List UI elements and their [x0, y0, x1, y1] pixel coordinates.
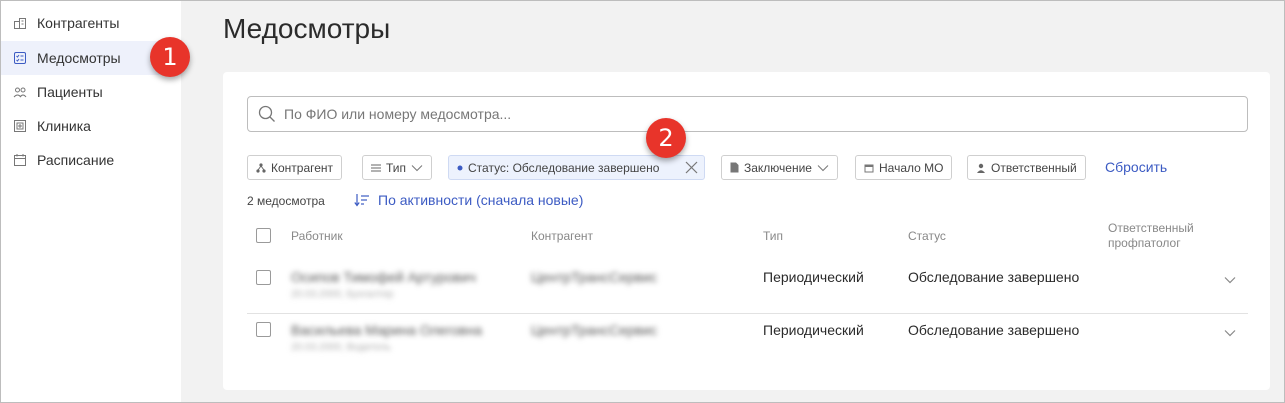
filter-status[interactable]: Статус: Обследование завершено: [448, 155, 705, 180]
exams-card: По ФИО или номеру медосмотра... Контраге…: [223, 72, 1270, 390]
close-icon[interactable]: [685, 161, 698, 174]
chevron-down-icon: [411, 164, 423, 172]
column-header-type[interactable]: Тип: [763, 229, 783, 244]
worker-details: 20.03.2000, Бухгалтер: [291, 289, 394, 300]
annotation-badge-1: 1: [150, 37, 190, 77]
sidebar-item-contractors[interactable]: Контрагенты: [1, 6, 181, 40]
filter-conclusion[interactable]: Заключение: [721, 155, 838, 180]
filter-start-date[interactable]: Начало МО: [855, 155, 953, 180]
search-icon: [258, 105, 276, 123]
chevron-down-icon: [817, 164, 829, 172]
sort-label: По активности (сначала новые): [378, 192, 584, 208]
worker-details: 20.03.2000, Водитель: [291, 342, 391, 353]
filter-label: Тип: [386, 160, 407, 175]
filter-label: Ответственный: [991, 160, 1077, 175]
filter-label: Заключение: [744, 160, 812, 175]
sidebar-item-label: Клиника: [37, 118, 91, 134]
sort-descending-icon: [354, 193, 370, 207]
contractor-name: ЦентрТрансСервис: [531, 269, 658, 285]
column-header-contractor[interactable]: Контрагент: [531, 229, 593, 244]
row-checkbox[interactable]: [256, 322, 271, 337]
exam-status: Обследование завершено: [908, 322, 1080, 338]
sort-button[interactable]: По активности (сначала новые): [354, 192, 583, 208]
worker-name[interactable]: Осипов Тимофей Артурович: [291, 269, 476, 285]
exam-status: Обследование завершено: [908, 269, 1080, 285]
filter-label: Статус: Обследование завершено: [468, 160, 660, 175]
exam-type: Периодический: [763, 269, 864, 285]
checklist-icon: [13, 51, 27, 65]
column-header-responsible[interactable]: Ответственный профпатолог: [1108, 221, 1194, 251]
hospital-icon: [13, 119, 27, 133]
document-icon: [730, 162, 739, 173]
row-divider: [247, 313, 1248, 314]
sidebar-item-schedule[interactable]: Расписание: [1, 143, 181, 177]
expand-row-chevron-icon[interactable]: [1222, 325, 1238, 341]
search-placeholder: По ФИО или номеру медосмотра...: [284, 106, 512, 122]
main-content: Медосмотры По ФИО или номеру медосмотра.…: [181, 1, 1284, 402]
select-all-checkbox[interactable]: [256, 228, 271, 243]
list-icon: [371, 163, 381, 173]
sidebar-item-patients[interactable]: Пациенты: [1, 75, 181, 109]
org-icon: [256, 162, 266, 173]
person-icon: [976, 163, 986, 173]
sidebar-item-label: Пациенты: [37, 84, 103, 100]
calendar-icon: [13, 153, 27, 167]
sidebar-item-label: Контрагенты: [37, 15, 120, 31]
header-line: профпатолог: [1108, 236, 1181, 250]
filter-contractor[interactable]: Контрагент: [247, 155, 343, 180]
worker-name[interactable]: Васильева Марина Олеговна: [291, 322, 482, 338]
sidebar-item-label: Медосмотры: [37, 50, 121, 66]
exam-type: Периодический: [763, 322, 864, 338]
sidebar-item-label: Расписание: [37, 152, 115, 168]
page-title: Медосмотры: [223, 13, 391, 44]
reset-filters-link[interactable]: Сбросить: [1105, 159, 1167, 175]
people-icon: [13, 85, 27, 99]
contractor-name: ЦентрТрансСервис: [531, 322, 658, 338]
filter-responsible[interactable]: Ответственный: [967, 155, 1086, 180]
header-line: Ответственный: [1108, 221, 1194, 235]
filter-label: Начало МО: [879, 160, 944, 175]
search-input[interactable]: По ФИО или номеру медосмотра...: [247, 96, 1248, 132]
column-header-status[interactable]: Статус: [908, 229, 946, 244]
building-icon: [13, 16, 27, 30]
filter-label: Контрагент: [271, 160, 334, 175]
results-count: 2 медосмотра: [247, 194, 325, 208]
expand-row-chevron-icon[interactable]: [1222, 272, 1238, 288]
sidebar-item-clinic[interactable]: Клиника: [1, 109, 181, 143]
dot-icon: [457, 165, 463, 171]
column-header-worker[interactable]: Работник: [291, 229, 343, 244]
annotation-badge-2: 2: [646, 118, 686, 158]
filter-type[interactable]: Тип: [362, 155, 433, 180]
row-checkbox[interactable]: [256, 270, 271, 285]
calendar-icon: [864, 163, 874, 173]
